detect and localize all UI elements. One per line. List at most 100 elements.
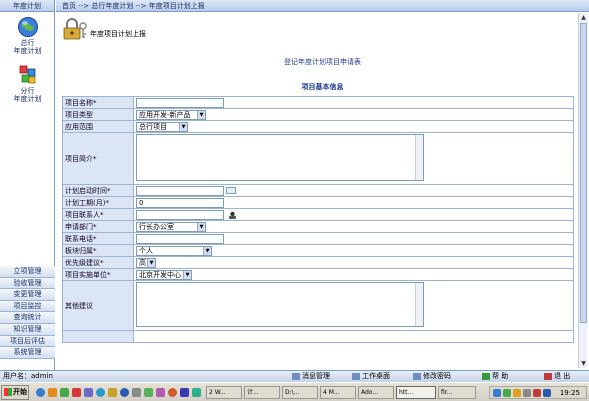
row-department: 申请部门* 行长办公室 ▼ xyxy=(62,220,574,233)
start-date-input[interactable] xyxy=(136,185,224,196)
menu-item-change[interactable]: 变更管理 xyxy=(0,289,55,301)
tray-icon[interactable] xyxy=(533,389,541,397)
tray-icon[interactable] xyxy=(493,389,501,397)
board-select[interactable]: 个人 ▼ xyxy=(136,245,212,256)
quicklaunch-icon[interactable] xyxy=(156,388,165,397)
unit-select[interactable]: 北京开发中心 ▼ xyxy=(136,269,192,280)
tray-icon[interactable] xyxy=(523,389,531,397)
duration-input[interactable]: 0 xyxy=(136,197,224,208)
quicklaunch-icon[interactable] xyxy=(144,388,153,397)
contact-label: 项目联系人* xyxy=(62,208,134,221)
menu-item-system[interactable]: 系统管理 xyxy=(0,347,55,359)
section-title: 项目基本信息 xyxy=(301,83,344,91)
menu-item-acceptance[interactable]: 验收管理 xyxy=(0,277,55,290)
unit-label: 项目实施单位* xyxy=(62,268,134,281)
scrollbar[interactable] xyxy=(415,283,423,326)
department-label: 申请部门* xyxy=(62,220,134,233)
taskbar-item[interactable]: 4 M... xyxy=(320,386,356,399)
menu-item-knowledge[interactable]: 知识管理 xyxy=(0,323,55,336)
change-password-link[interactable]: 修改密码 xyxy=(413,371,451,382)
intro-textarea[interactable] xyxy=(136,134,424,181)
scrollbar[interactable] xyxy=(415,135,423,180)
scope-select[interactable]: 总行项目 ▼ xyxy=(136,121,188,132)
phone-label: 联系电话* xyxy=(62,232,134,245)
quicklaunch-icon[interactable] xyxy=(180,388,189,397)
nav-branch-plan[interactable]: 分行 年度计划 xyxy=(0,64,55,103)
taskbar-item[interactable]: 计... xyxy=(244,386,280,399)
main-content: 首页 --> 总行年度计划 --> 年度项目计划上报 年度项目计划上报 登记年度… xyxy=(56,0,589,370)
lock-icon xyxy=(63,18,87,40)
sidebar: 年度计划 总行 年度计划 分行 年度计划 立项管理 验收管理 变更管理 项目监控… xyxy=(0,0,55,370)
other-textarea[interactable] xyxy=(136,282,424,327)
quicklaunch-icon[interactable] xyxy=(168,388,177,397)
row-phone: 联系电话* xyxy=(62,232,574,245)
intro-label: 项目简介* xyxy=(62,132,134,185)
globe-icon xyxy=(17,17,38,37)
taskbar-item-active[interactable]: htt... xyxy=(396,386,436,399)
system-tray: 19:25 xyxy=(489,386,587,399)
tray-icon[interactable] xyxy=(513,389,521,397)
tray-icon[interactable] xyxy=(503,389,511,397)
scroll-up-icon[interactable]: ▲ xyxy=(579,13,588,22)
menu-item-post-eval[interactable]: 项目后评估 xyxy=(0,335,55,348)
sidebar-header: 年度计划 xyxy=(0,0,54,12)
quicklaunch-icon[interactable] xyxy=(60,388,69,397)
scroll-thumb[interactable] xyxy=(580,23,587,323)
quicklaunch-icon[interactable] xyxy=(72,388,81,397)
phone-input[interactable] xyxy=(136,233,224,244)
project-name-input[interactable] xyxy=(136,97,224,108)
priority-label: 优先级建议* xyxy=(62,256,134,269)
priority-select[interactable]: 高 ▼ xyxy=(136,257,156,268)
clock: 19:25 xyxy=(559,389,580,397)
page-scrollbar[interactable]: ▲ ▼ xyxy=(578,13,587,368)
desktop-link[interactable]: 工作桌面 xyxy=(352,371,390,382)
quicklaunch-icon[interactable] xyxy=(120,388,129,397)
quicklaunch-icon[interactable] xyxy=(84,388,93,397)
taskbar-item[interactable]: D:\... xyxy=(282,386,318,399)
taskbar-item[interactable]: fir... xyxy=(438,386,476,399)
cubes-icon xyxy=(19,65,35,84)
taskbar-item[interactable]: Ado... xyxy=(358,386,394,399)
quicklaunch-icon[interactable] xyxy=(48,388,57,397)
menu-item-query[interactable]: 查询统计 xyxy=(0,312,55,324)
menu-item-monitor[interactable]: 项目监控 xyxy=(0,300,55,313)
taskbar: 开始 2 W... 计... D:\... 4 M... Ado... htt.… xyxy=(0,382,589,401)
quicklaunch-icon[interactable] xyxy=(96,388,105,397)
board-label: 板块归属* xyxy=(62,244,134,257)
user-picker-icon[interactable] xyxy=(228,211,237,219)
quicklaunch-icon[interactable] xyxy=(36,388,45,397)
menu-item-project-setup[interactable]: 立项管理 xyxy=(0,266,55,278)
department-select[interactable]: 行长办公室 ▼ xyxy=(136,221,206,232)
duration-label: 计划工期(月)* xyxy=(62,196,134,209)
scroll-down-icon[interactable]: ▼ xyxy=(579,359,588,368)
form-title: 登记年度计划项目申请表 xyxy=(284,58,361,66)
quicklaunch-icon[interactable] xyxy=(108,388,117,397)
start-button[interactable]: 开始 xyxy=(1,385,29,400)
tray-icon[interactable] xyxy=(543,389,551,397)
nav-line1: 总行 xyxy=(20,39,35,47)
priority-value: 高 xyxy=(139,258,146,267)
current-user: 用户名：admin xyxy=(3,372,53,380)
nav-head-office-plan[interactable]: 总行 年度计划 xyxy=(0,16,55,55)
taskbar-item[interactable]: 2 W... xyxy=(206,386,242,399)
calendar-icon[interactable] xyxy=(226,187,236,194)
board-value: 个人 xyxy=(139,246,153,255)
row-extra xyxy=(62,330,574,343)
contact-input[interactable] xyxy=(136,209,224,220)
exit-icon xyxy=(544,372,552,380)
chevron-down-icon: ▼ xyxy=(203,246,211,255)
row-unit: 项目实施单位* 北京开发中心 ▼ xyxy=(62,268,574,281)
windows-logo-icon xyxy=(4,388,12,396)
project-name-label: 项目名称* xyxy=(62,96,134,109)
page-heading-text: 年度项目计划上报 xyxy=(90,30,146,38)
quicklaunch-icon[interactable] xyxy=(192,388,201,397)
quicklaunch-icon[interactable] xyxy=(132,388,141,397)
logout-link[interactable]: 退 出 xyxy=(544,371,570,382)
help-link[interactable]: 帮 助 xyxy=(482,371,508,382)
message-link[interactable]: 消息管理 xyxy=(292,371,330,382)
sidebar-menu: 立项管理 验收管理 变更管理 项目监控 查询统计 知识管理 项目后评估 系统管理 xyxy=(0,266,55,359)
unit-value: 北京开发中心 xyxy=(139,270,181,279)
project-type-select[interactable]: 应用开发-新产品 ▼ xyxy=(136,109,206,120)
row-contact: 项目联系人* xyxy=(62,208,574,221)
project-type-label: 项目类型 xyxy=(62,108,134,121)
